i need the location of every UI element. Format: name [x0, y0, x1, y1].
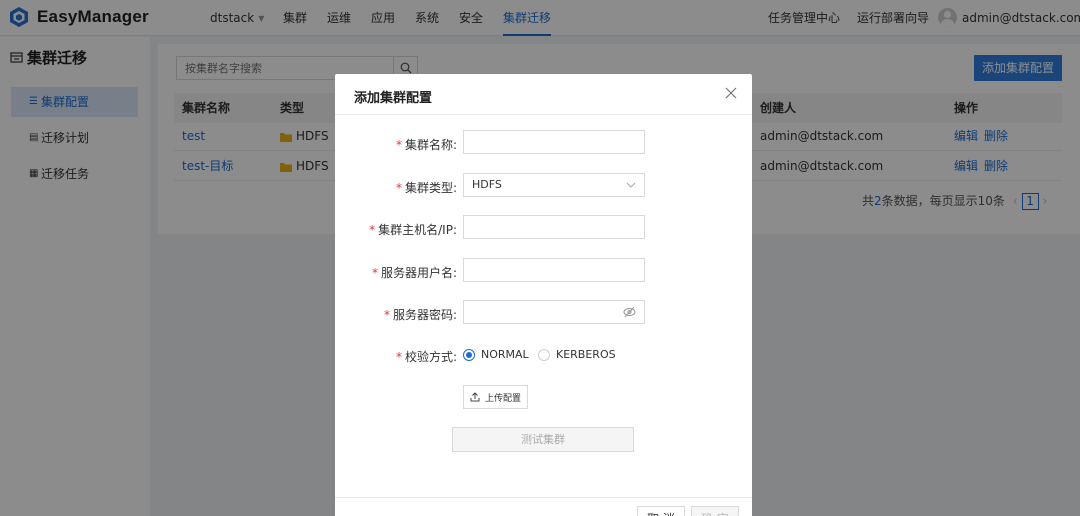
close-icon[interactable] — [724, 86, 738, 100]
chevron-down-icon — [626, 182, 636, 188]
radio-checked-icon — [463, 348, 475, 361]
cancel-button[interactable]: 取 消 — [637, 506, 685, 516]
cluster-name-label: * 集群名称: — [396, 136, 457, 153]
username-input[interactable] — [463, 258, 645, 282]
dialog-footer: 取 消 确 定 — [335, 497, 752, 516]
required-mark: * — [369, 223, 376, 237]
cluster-type-select[interactable]: HDFS — [463, 173, 645, 197]
password-label: * 服务器密码: — [384, 306, 457, 323]
host-input[interactable] — [463, 215, 645, 239]
field-label-text: 服务器用户名 — [380, 266, 453, 280]
label-colon: : — [452, 223, 457, 237]
field-label-text: 集群主机名/IP — [378, 223, 453, 237]
radio-unchecked-icon — [538, 348, 550, 361]
upload-button-label: 上传配置 — [484, 393, 521, 404]
label-colon: : — [452, 308, 457, 322]
username-label: * 服务器用户名: — [372, 264, 457, 281]
required-mark: * — [383, 308, 390, 322]
eye-hidden-icon[interactable] — [623, 306, 636, 318]
field-label-text: 集群名称 — [404, 138, 453, 152]
upload-icon — [470, 392, 480, 402]
radio-label: NORMAL — [481, 348, 529, 361]
label-colon: : — [452, 350, 457, 364]
upload-config-button[interactable]: 上传配置 — [463, 385, 528, 409]
field-label-text: 校验方式 — [404, 350, 453, 364]
label-colon: : — [452, 266, 457, 280]
test-cluster-button[interactable]: 测试集群 — [452, 427, 634, 452]
ok-button[interactable]: 确 定 — [691, 506, 739, 516]
cluster-type-label: * 集群类型: — [396, 179, 457, 196]
auth-normal-radio[interactable]: NORMAL — [463, 348, 529, 361]
host-label: * 集群主机名/IP: — [369, 221, 457, 238]
label-colon: : — [452, 138, 457, 152]
required-mark: * — [395, 181, 402, 195]
dialog-title: 添加集群配置 — [354, 91, 433, 106]
field-label-text: 服务器密码 — [392, 308, 453, 322]
password-input[interactable] — [463, 300, 645, 324]
label-colon: : — [452, 181, 457, 195]
required-mark: * — [395, 138, 402, 152]
required-mark: * — [371, 266, 378, 280]
dialog-header: 添加集群配置 — [335, 74, 752, 115]
cluster-name-input[interactable] — [463, 130, 645, 154]
auth-method-label: * 校验方式: — [396, 348, 457, 365]
radio-label: KERBEROS — [556, 348, 616, 361]
required-mark: * — [395, 350, 402, 364]
cluster-type-selected: HDFS — [472, 178, 502, 191]
add-cluster-config-dialog: 添加集群配置 * 集群名称: * 集群类型: HDFS * 集群主机名/IP: * 服务… — [335, 74, 752, 516]
auth-kerberos-radio[interactable]: KERBEROS — [538, 348, 616, 361]
field-label-text: 集群类型 — [404, 181, 453, 195]
